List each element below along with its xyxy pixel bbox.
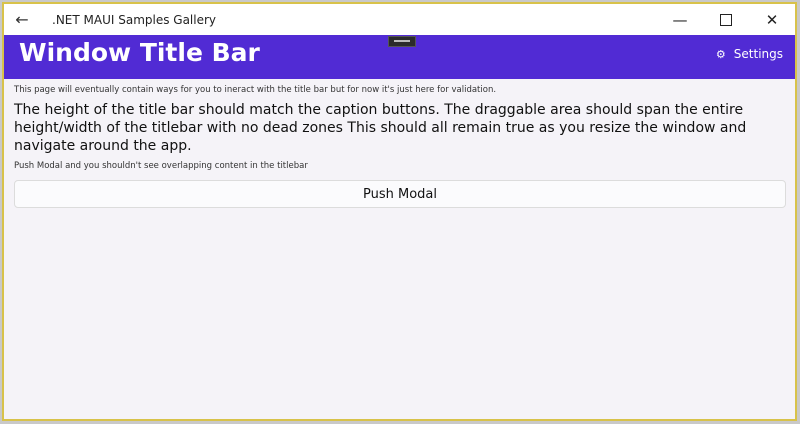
close-icon: ✕ [765,10,779,29]
drag-handle[interactable] [388,36,416,47]
maximize-button[interactable] [703,4,749,35]
page-title: Window Title Bar [19,38,260,67]
app-title: .NET MAUI Samples Gallery [52,12,217,27]
intro-text: This page will eventually contain ways f… [14,85,497,95]
settings-button[interactable]: ⚙ Settings [716,47,783,61]
main-description: The height of the title bar should match… [14,102,747,154]
close-button[interactable]: ✕ [749,4,795,35]
push-modal-button[interactable]: Push Modal [14,180,786,208]
maximize-icon [720,13,732,26]
minimize-icon: — [672,10,688,29]
settings-label: Settings [733,47,783,61]
minimize-button[interactable]: — [657,4,703,35]
gear-icon: ⚙ [715,47,726,61]
modal-hint: Push Modal and you shouldn't see overlap… [14,161,308,171]
arrow-left-icon: ← [15,10,29,29]
window-titlebar[interactable]: ← .NET MAUI Samples Gallery — ✕ [4,4,795,35]
app-window: ← .NET MAUI Samples Gallery — ✕ Window T… [2,2,797,421]
back-button[interactable]: ← [4,4,40,35]
page-header: Window Title Bar ⚙ Settings [4,35,795,79]
page-content: This page will eventually contain ways f… [4,79,795,419]
caption-buttons: — ✕ [657,4,795,35]
